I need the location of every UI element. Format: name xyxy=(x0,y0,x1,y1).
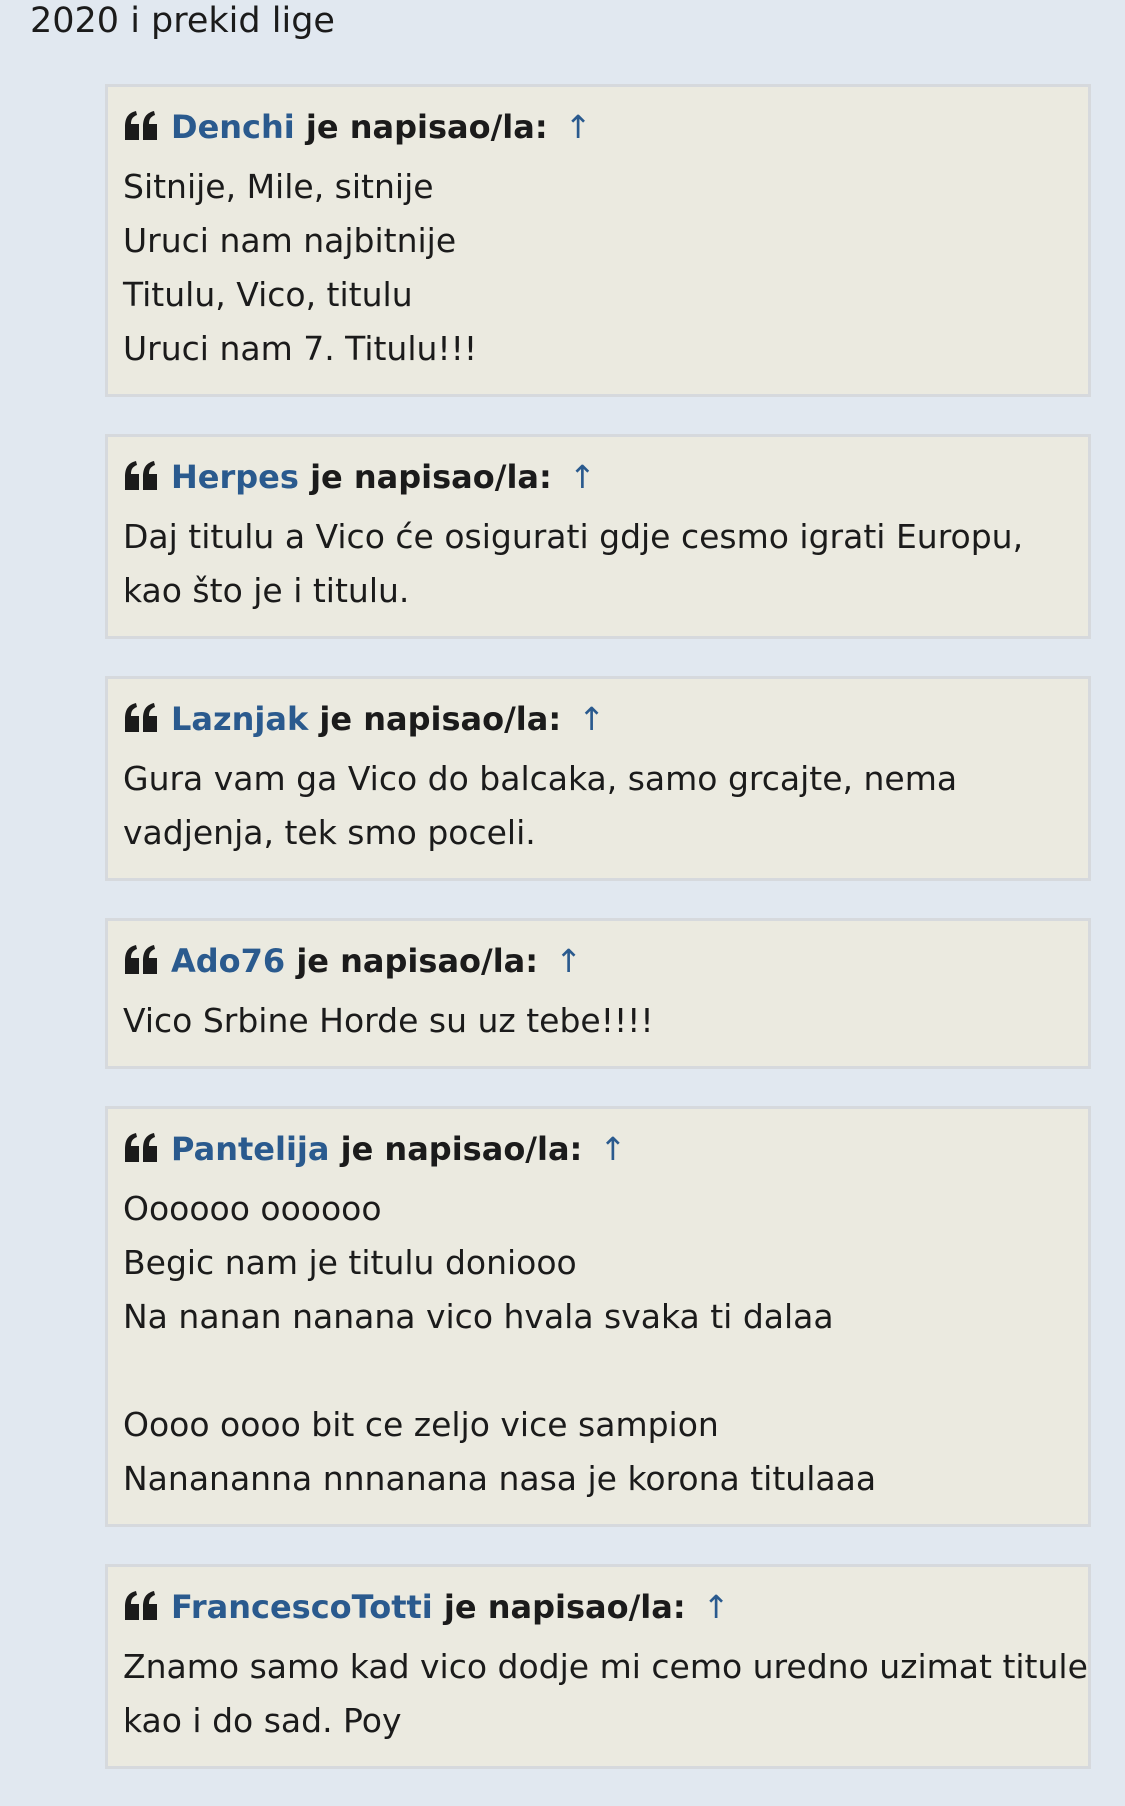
quote-body: Daj titulu a Vico će osigurati gdje cesm… xyxy=(123,510,1073,618)
quote-jump-arrow-icon[interactable]: ↑ xyxy=(578,700,605,738)
quote-wrote-label: je napisao/la: xyxy=(310,458,552,496)
quote-jump-arrow-icon[interactable]: ↑ xyxy=(555,942,582,980)
quote-block: FrancescoTotti je napisao/la: ↑ Znamo sa… xyxy=(105,1564,1091,1769)
quote-header: Denchi je napisao/la: ↑ xyxy=(123,106,1073,148)
quote-wrote-label: je napisao/la: xyxy=(319,700,562,738)
quote-line: Nanananna nnnanana nasa je korona titula… xyxy=(123,1459,877,1498)
quote-jump-arrow-icon[interactable]: ↑ xyxy=(599,1130,626,1168)
quote-block: Denchi je napisao/la: ↑ Sitnije, Mile, s… xyxy=(105,84,1091,397)
quote-line: Titulu, Vico, titulu xyxy=(123,275,413,314)
quote-left-icon xyxy=(123,702,159,744)
quote-list: Denchi je napisao/la: ↑ Sitnije, Mile, s… xyxy=(105,84,1091,1806)
quote-wrote-label: je napisao/la: xyxy=(443,1588,686,1626)
quote-line: Gura vam ga Vico do balcaka, samo grcajt… xyxy=(123,759,958,798)
quote-wrote-label: je napisao/la: xyxy=(340,1130,583,1168)
quote-wrote-label: je napisao/la: xyxy=(305,108,548,146)
quote-jump-arrow-icon[interactable]: ↑ xyxy=(703,1588,730,1626)
quote-left-icon xyxy=(123,460,159,502)
quote-header: Pantelija je napisao/la: ↑ xyxy=(123,1128,1073,1170)
quote-author-link[interactable]: Ado76 xyxy=(171,942,285,980)
quote-line: Sitnije, Mile, sitnije xyxy=(123,167,434,206)
quote-line: Na nanan nanana vico hvala svaka ti dala… xyxy=(123,1297,834,1336)
quote-author-link[interactable]: Pantelija xyxy=(171,1130,329,1168)
quote-header: Laznjak je napisao/la: ↑ xyxy=(123,698,1073,740)
quote-line: kao što je i titulu. xyxy=(123,571,410,610)
quote-line xyxy=(123,1344,1073,1398)
quote-body: Vico Srbine Horde su uz tebe!!!! xyxy=(123,994,1073,1048)
quote-jump-arrow-icon[interactable]: ↑ xyxy=(569,458,596,496)
quote-author-link[interactable]: Denchi xyxy=(171,108,295,146)
quote-header: Herpes je napisao/la: ↑ xyxy=(123,456,1073,498)
quote-block: Herpes je napisao/la: ↑ Daj titulu a Vic… xyxy=(105,434,1091,639)
quote-wrote-label: je napisao/la: xyxy=(296,942,539,980)
quote-line: kao i do sad. Poy xyxy=(123,1701,402,1740)
quote-line: Znamo samo kad vico dodje mi cemo uredno… xyxy=(123,1647,1088,1686)
quote-line: vadjenja, tek smo poceli. xyxy=(123,813,536,852)
quote-line: Oooo oooo bit ce zeljo vice sampion xyxy=(123,1405,719,1444)
quote-left-icon xyxy=(123,1590,159,1632)
quote-block: Ado76 je napisao/la: ↑ Vico Srbine Horde… xyxy=(105,918,1091,1069)
forum-post: 2020 i prekid lige Denchi je napisao/la:… xyxy=(0,0,1125,1769)
quote-line: Vico Srbine Horde su uz tebe!!!! xyxy=(123,1001,654,1040)
quote-header: FrancescoTotti je napisao/la: ↑ xyxy=(123,1586,1073,1628)
quote-block: Laznjak je napisao/la: ↑ Gura vam ga Vic… xyxy=(105,676,1091,881)
quote-jump-arrow-icon[interactable]: ↑ xyxy=(565,108,592,146)
quote-body: Sitnije, Mile, sitnije Uruci nam najbitni… xyxy=(123,160,1073,376)
quote-body: Znamo samo kad vico dodje mi cemo uredno… xyxy=(123,1640,1088,1748)
quote-header: Ado76 je napisao/la: ↑ xyxy=(123,940,1073,982)
quote-line: Begic nam je titulu doniooo xyxy=(123,1243,577,1282)
quote-line: Uruci nam najbitnije xyxy=(123,221,457,260)
quote-block: Pantelija je napisao/la: ↑ Oooooo oooooo… xyxy=(105,1106,1091,1527)
quote-line: Oooooo oooooo xyxy=(123,1189,382,1228)
quote-body: Gura vam ga Vico do balcaka, samo grcajt… xyxy=(123,752,1073,860)
quote-line: Uruci nam 7. Titulu!!! xyxy=(123,329,478,368)
quote-author-link[interactable]: Herpes xyxy=(171,458,299,496)
quote-left-icon xyxy=(123,944,159,986)
quote-author-link[interactable]: FrancescoTotti xyxy=(171,1588,433,1626)
quote-left-icon xyxy=(123,1132,159,1174)
quote-line: Daj titulu a Vico će osigurati gdje cesm… xyxy=(123,517,1024,556)
quote-body: Oooooo oooooo Begic nam je titulu doniooo… xyxy=(123,1182,1073,1506)
quote-left-icon xyxy=(123,110,159,152)
post-text: 2020 i prekid lige xyxy=(30,1,335,41)
quote-author-link[interactable]: Laznjak xyxy=(171,700,308,738)
